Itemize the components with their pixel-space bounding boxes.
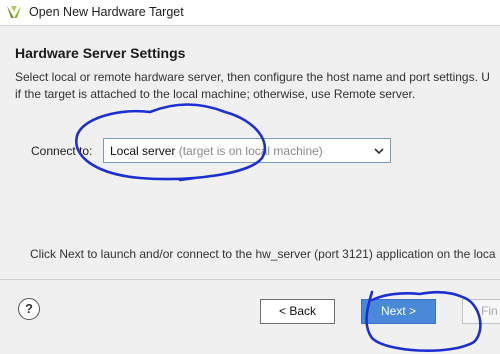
title-bar: Open New Hardware Target [0, 0, 500, 26]
connect-to-dropdown[interactable]: Local server (target is on local machine… [103, 138, 391, 163]
dropdown-selected-value: Local server (target is on local machine… [110, 144, 323, 158]
dropdown-value-hint: (target is on local machine) [178, 144, 323, 158]
footer-divider [0, 279, 500, 280]
page-description: Select local or remote hardware server, … [15, 69, 490, 103]
back-button[interactable]: < Back [260, 299, 335, 324]
window-title: Open New Hardware Target [29, 5, 184, 19]
vivado-logo-icon [7, 6, 21, 18]
connect-to-label: Connect to: [31, 144, 93, 158]
help-button[interactable]: ? [18, 298, 40, 320]
finish-button[interactable]: Fin [462, 299, 500, 324]
next-button[interactable]: Next > [361, 299, 436, 324]
chevron-down-icon[interactable] [372, 144, 386, 158]
launch-note: Click Next to launch and/or connect to t… [30, 247, 496, 261]
description-line-2: if the target is attached to the local m… [15, 87, 416, 101]
dropdown-value-text: Local server [110, 144, 176, 158]
page-heading: Hardware Server Settings [15, 45, 186, 61]
description-line-1: Select local or remote hardware server, … [15, 70, 490, 84]
